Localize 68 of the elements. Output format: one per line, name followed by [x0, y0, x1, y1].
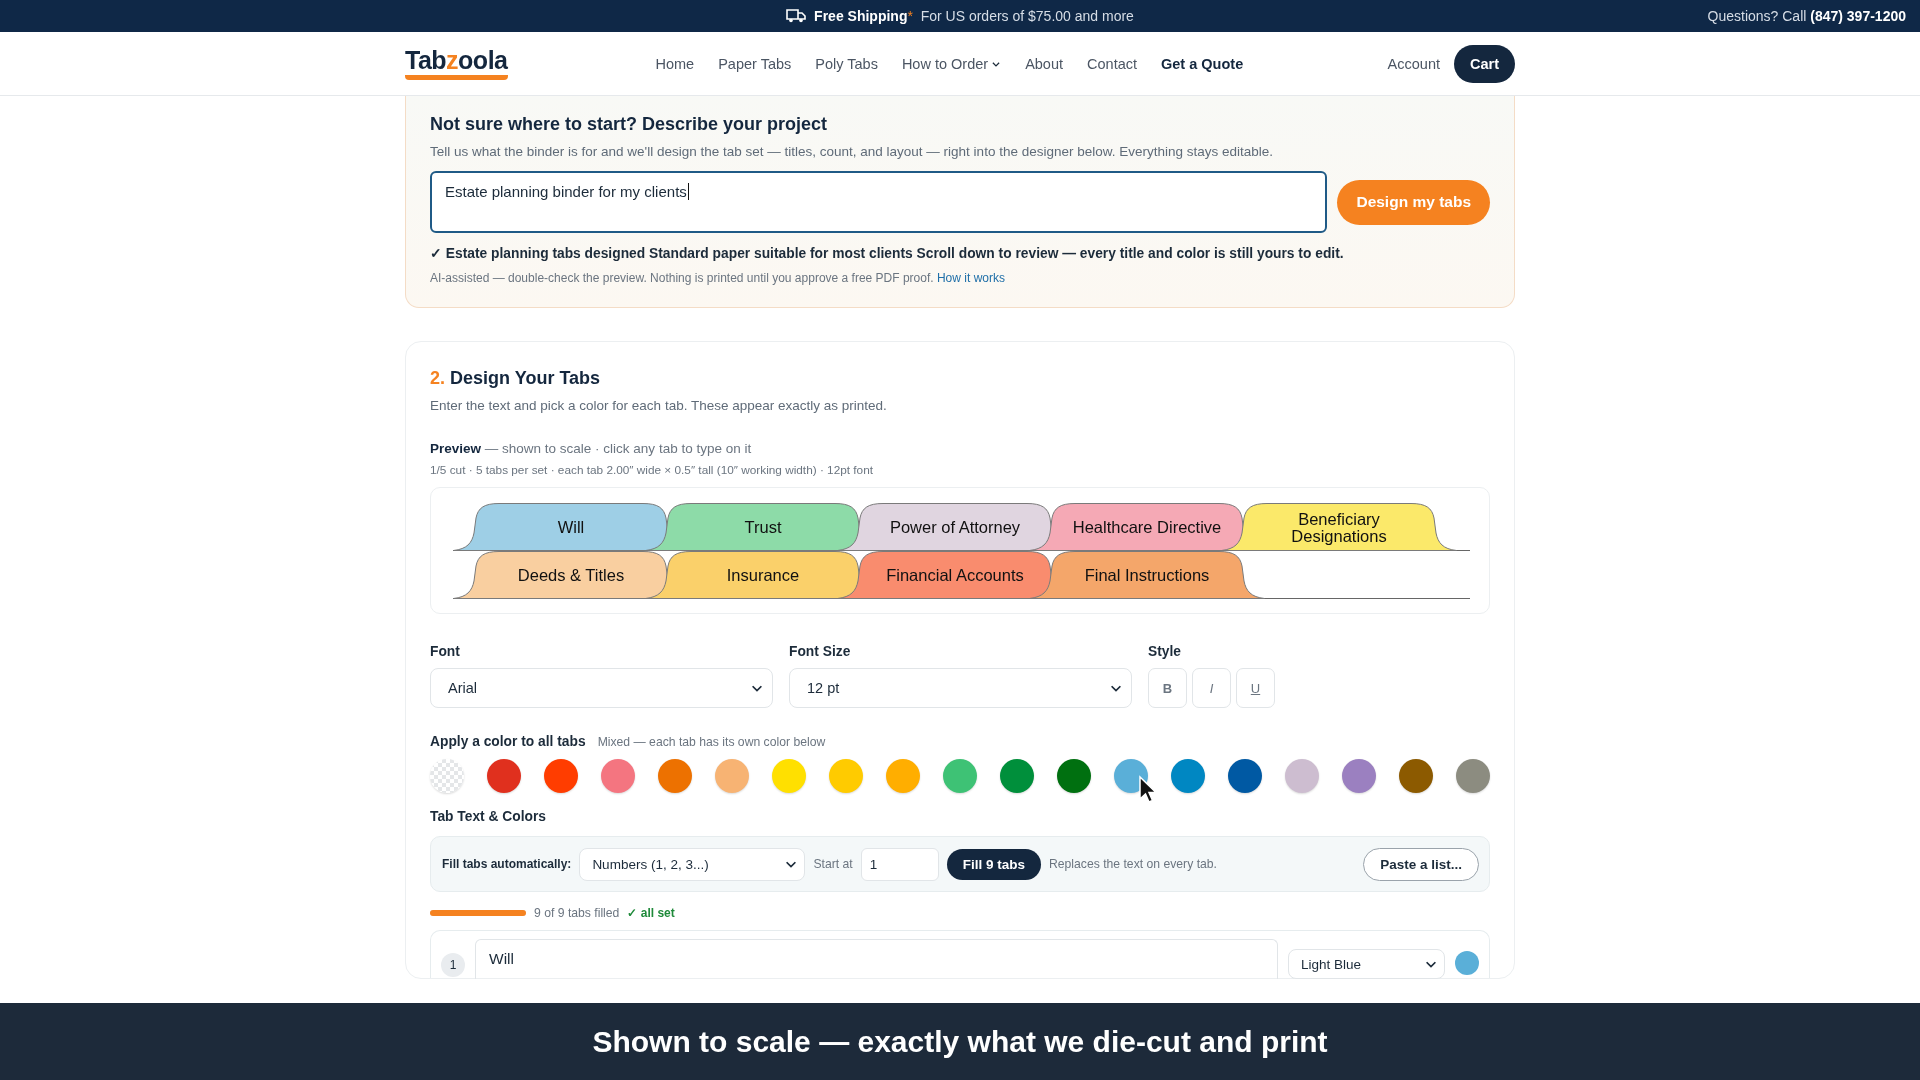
nav-link[interactable]: Poly Tabs: [815, 55, 878, 72]
fill-button[interactable]: Fill 9 tabs: [946, 848, 1041, 880]
section-subtitle: Tell us what the binder is for and we'll design the tab set — titles, count, and layout — right into the designer below. Everything stays editable.: [430, 144, 1275, 159]
nav-link[interactable]: How to Order: [901, 55, 1002, 72]
progress-text: 9 of 9 tabs filled: [534, 906, 620, 920]
tab-text-field[interactable]: Will: [475, 939, 1278, 979]
color-hint: Mixed — each tab has its own color below: [597, 735, 826, 749]
color-select[interactable]: Light Blue: [1288, 949, 1445, 979]
field-label: Style: [1148, 644, 1182, 659]
preview-tab[interactable]: Final Instructions: [1029, 551, 1265, 599]
color-swatch[interactable]: [544, 759, 578, 793]
color-swatch[interactable]: [487, 759, 521, 793]
fill-hint: Replaces the text on every tab.: [1048, 857, 1217, 871]
status-text: ✓ all set: [627, 906, 675, 920]
color-swatch[interactable]: [715, 759, 749, 793]
nav-link[interactable]: About: [1025, 55, 1064, 72]
how-it-works-link[interactable]: How it works: [936, 271, 1005, 285]
logo[interactable]: Tabzoola: [405, 46, 508, 81]
style-button[interactable]: U: [1236, 668, 1275, 708]
start-label: Start at: [813, 857, 853, 871]
fill-mode-select[interactable]: Numbers (1, 2, 3...): [579, 847, 806, 881]
color-swatch[interactable]: [658, 759, 692, 793]
section-title: Not sure where to start? Describe your project: [430, 114, 829, 135]
nav-link[interactable]: Contact: [1087, 55, 1137, 72]
preview-spec: 1/5 cut · 5 tabs per set · each tab 2.00″ wide × 0.5″ tall (10″ working width) · 12pt font: [430, 463, 875, 477]
color-swatch[interactable]: [1171, 759, 1205, 793]
style-button[interactable]: B: [1148, 668, 1187, 708]
section-title: 2. Design Your Tabs: [430, 368, 602, 389]
paste-list-button[interactable]: Paste a list...: [1363, 847, 1479, 881]
color-swatch[interactable]: [1057, 759, 1091, 793]
preview-tab[interactable]: Beneficiary Designations: [1221, 503, 1457, 551]
field-label: Apply a color to all tabs: [430, 734, 586, 749]
color-swatch[interactable]: [886, 759, 920, 793]
account-link[interactable]: Account: [1387, 55, 1440, 72]
caption-text: Shown to scale — exactly what we die-cut and print: [592, 1024, 1328, 1059]
color-swatch[interactable]: [1114, 759, 1148, 793]
disclaimer-text: AI-assisted — double-check the preview. Nothing is printed until you approve a free PDF proof. How it works: [430, 271, 1006, 285]
color-swatch[interactable]: [1000, 759, 1034, 793]
font-size-select[interactable]: 12 pt: [789, 668, 1132, 708]
nav-link[interactable]: Get a Quote: [1161, 55, 1244, 72]
result-message: ✓ Estate planning tabs designed Standard paper suitable for most clients Scroll down to review — every title and color is still yours to edit.: [430, 245, 1345, 261]
color-swatch[interactable]: [601, 759, 635, 793]
start-field[interactable]: 1: [860, 847, 939, 881]
fill-label: Fill tabs automatically:: [442, 857, 572, 871]
no-color-swatch[interactable]: [430, 759, 464, 793]
color-swatch[interactable]: [1399, 759, 1433, 793]
truck-icon: [786, 9, 807, 23]
font-select[interactable]: Arial: [430, 668, 773, 708]
style-button[interactable]: I: [1192, 668, 1231, 708]
color-swatch[interactable]: [1228, 759, 1262, 793]
color-swatch[interactable]: [1342, 759, 1376, 793]
section-subtitle: Enter the text and pick a color for each tab. These appear exactly as printed.: [430, 398, 888, 413]
field-label: Font: [430, 644, 461, 659]
field-label: Font Size: [789, 644, 852, 659]
color-swatch[interactable]: [829, 759, 863, 793]
promo-text: Free Shipping* For US orders of $75.00 and more: [814, 8, 1134, 24]
color-swatch[interactable]: [943, 759, 977, 793]
color-swatch[interactable]: [772, 759, 806, 793]
contact-text: Questions? Call (847) 397-1200: [1707, 8, 1906, 24]
nav-link[interactable]: Home: [655, 55, 695, 72]
project-text-field[interactable]: Estate planning binder for my clients: [430, 171, 1328, 233]
field-label: Tab Text & Colors: [430, 809, 547, 824]
color-swatch[interactable]: [1456, 759, 1490, 793]
tab-number: 1: [441, 953, 465, 977]
nav-link[interactable]: Paper Tabs: [718, 55, 792, 72]
preview-label: Preview — shown to scale · click any tab to type on it: [430, 441, 753, 456]
cart-button[interactable]: Cart: [1454, 44, 1515, 83]
color-swatch[interactable]: [1285, 759, 1319, 793]
